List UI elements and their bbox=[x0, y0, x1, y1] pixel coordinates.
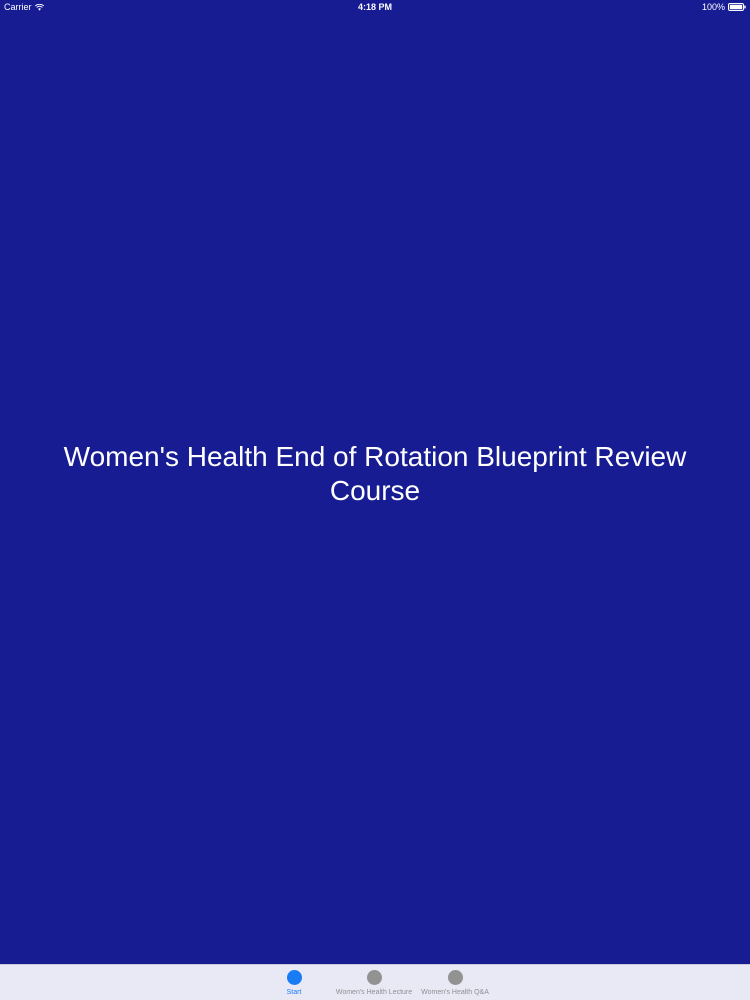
tab-label: Start bbox=[286, 989, 302, 996]
tab-label: Women's Health Q&A bbox=[421, 989, 489, 996]
circle-icon bbox=[447, 970, 463, 985]
battery-full-icon bbox=[728, 3, 746, 11]
tab-bar: Start Women's Health Lecture Women's Hea… bbox=[0, 964, 750, 1000]
tab-label: Women's Health Lecture bbox=[335, 989, 413, 996]
main-content: Women's Health End of Rotation Blueprint… bbox=[0, 14, 750, 964]
status-right: 100% bbox=[702, 0, 746, 14]
circle-icon bbox=[286, 970, 302, 985]
battery-percentage: 100% bbox=[701, 2, 725, 12]
status-bar: Carrier 4:18 PM 100% bbox=[0, 0, 750, 14]
status-time: 4:18 PM bbox=[357, 2, 392, 12]
tab-womens-health-lecture[interactable]: Women's Health Lecture bbox=[329, 965, 419, 1000]
circle-icon bbox=[366, 970, 382, 985]
page-title: Women's Health End of Rotation Blueprint… bbox=[63, 441, 687, 506]
tab-start[interactable]: Start bbox=[249, 965, 339, 1000]
app-screen: Carrier 4:18 PM 100% Women's Health End … bbox=[0, 0, 750, 1000]
tab-womens-health-qa[interactable]: Women's Health Q&A bbox=[410, 965, 500, 1000]
